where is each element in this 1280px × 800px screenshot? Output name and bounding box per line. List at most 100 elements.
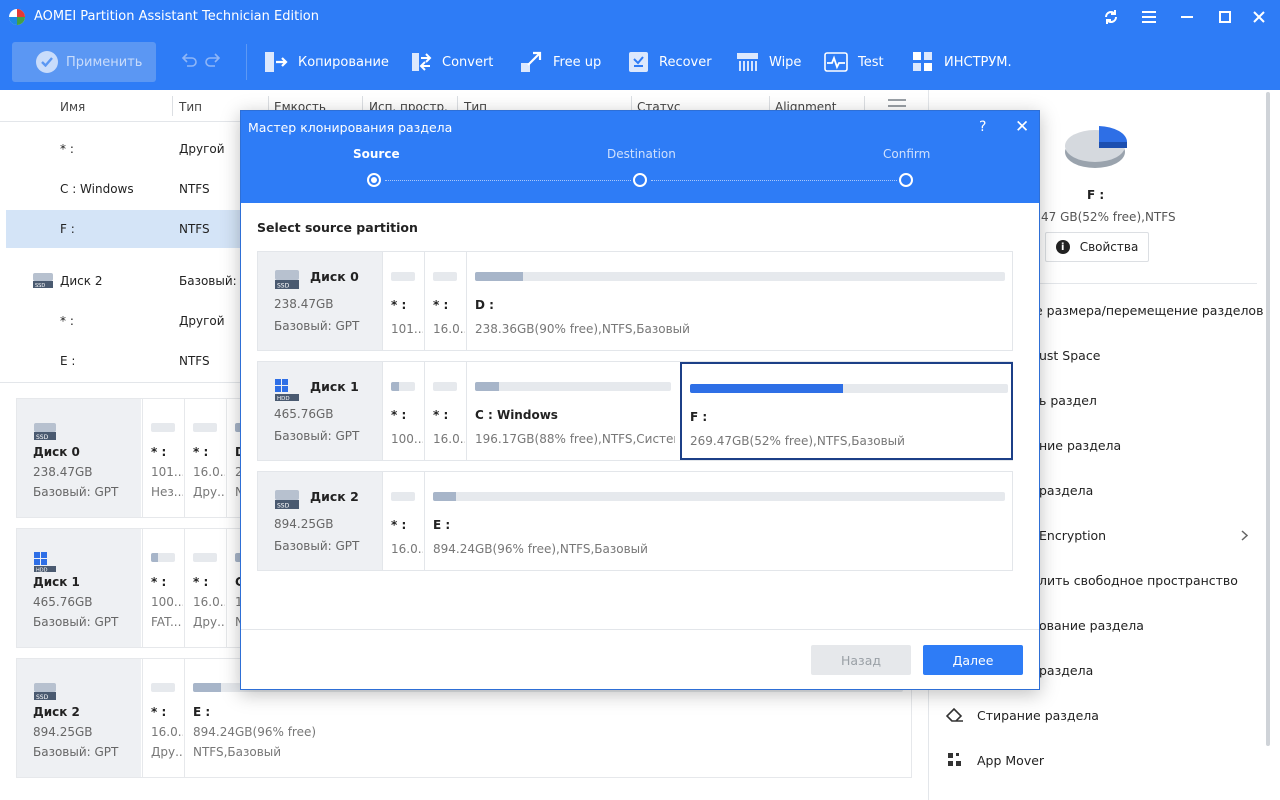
hdd-windows-icon: HDD	[275, 379, 299, 402]
wipe-label: Wipe	[769, 54, 802, 70]
selected-partition-label: F :	[1087, 188, 1105, 202]
toolbar: Применить Копирование Convert Free up Re…	[0, 34, 1280, 90]
disk-size: 238.47GB	[274, 297, 334, 311]
op-merge-partition[interactable]: ь раздел	[1039, 390, 1097, 410]
undo-icon[interactable]	[178, 51, 198, 71]
svg-text:HDD: HDD	[36, 568, 48, 574]
partition-block[interactable]: * : 16.0... Дру...	[184, 529, 226, 647]
svg-text:HDD: HDD	[277, 396, 290, 402]
source-disk-1: HDD Диск 1 465.76GB Базовый: GPT * : 100…	[257, 361, 1013, 461]
maximize-icon	[1219, 11, 1231, 23]
disk-info: SSD Диск 0 238.47GB Базовый: GPT	[17, 399, 141, 517]
convert-label: Convert	[442, 54, 494, 70]
disk-type: Базовый: GPT	[33, 485, 119, 499]
wipe-button[interactable]: Wipe	[736, 48, 801, 76]
wipe-icon	[737, 53, 758, 71]
dialog-footer-divider	[241, 629, 1039, 630]
dialog-title: Мастер клонирования раздела	[248, 120, 453, 135]
disk-type: Базовый: GPT	[33, 745, 119, 759]
step-indicator-destination	[633, 173, 647, 187]
disk-usage-pie-icon	[1065, 126, 1127, 168]
disk-type: Базовый: GPT	[274, 429, 360, 443]
op-wipe-partition[interactable]: Стирание раздела	[945, 705, 1099, 725]
ssd-icon: SSD	[34, 683, 56, 701]
back-button[interactable]: Назад	[811, 645, 911, 675]
disk-size: 465.76GB	[33, 595, 93, 609]
next-button[interactable]: Далее	[923, 645, 1023, 675]
clone-partition-dialog: Мастер клонирования раздела ? ✕ Source D…	[240, 110, 1040, 690]
partition-option-selected[interactable]: F : 269.47GB(52% free),NTFS,Базовый	[680, 362, 1013, 460]
disk-name: Диск 0	[33, 445, 80, 459]
help-button[interactable]: ?	[979, 119, 986, 135]
col-type[interactable]: Тип	[179, 100, 202, 114]
close-window-button[interactable]	[1246, 5, 1272, 29]
disk-info: HDD Диск 1 465.76GB Базовый: GPT	[258, 362, 382, 460]
source-disk-2: SSD Диск 2 894.25GB Базовый: GPT * : 16.…	[257, 471, 1013, 571]
disk-info: HDD Диск 1 465.76GB Базовый: GPT	[17, 529, 141, 647]
minimize-icon	[1181, 16, 1193, 18]
redo-icon[interactable]	[204, 51, 224, 71]
recover-button[interactable]: Recover	[628, 48, 712, 76]
refresh-icon	[1105, 10, 1117, 24]
partition-block[interactable]: * : 16.0... Дру...	[184, 399, 226, 517]
op-clone-partition[interactable]: ование раздела	[1039, 615, 1144, 635]
op-resize-move[interactable]: е размера/перемещение разделов	[1035, 300, 1263, 320]
dialog-subtitle: Select source partition	[257, 220, 418, 235]
partition-option[interactable]: * : 101....	[382, 252, 424, 350]
test-icon	[824, 52, 848, 72]
partition-option[interactable]: D : 238.36GB(90% free),NTFS,Базовый	[466, 252, 1012, 350]
ssd-icon: SSD	[33, 273, 53, 289]
partition-block[interactable]: * : 100.... FAT...	[142, 529, 184, 647]
menu-icon	[1142, 11, 1156, 23]
svg-text:SSD: SSD	[277, 503, 290, 510]
partition-option[interactable]: * : 16.0...	[424, 252, 466, 350]
op-adjust-space[interactable]: ust Space	[1039, 345, 1100, 365]
op-format-partition[interactable]: раздела	[1039, 480, 1093, 500]
partition-option[interactable]: E : 894.24GB(96% free),NTFS,Базовый	[424, 472, 1012, 570]
refresh-button[interactable]	[1098, 5, 1124, 29]
free-up-button[interactable]: Free up	[520, 48, 601, 76]
disk-size: 894.25GB	[274, 517, 334, 531]
step-indicator-source	[367, 173, 381, 187]
menu-button[interactable]	[1136, 5, 1162, 29]
op-app-mover[interactable]: App Mover	[945, 750, 1044, 770]
ssd-icon: SSD	[275, 270, 299, 290]
convert-icon	[412, 53, 432, 71]
step-line	[385, 180, 631, 181]
properties-button[interactable]: i Свойства	[1045, 232, 1149, 262]
scrollbar[interactable]	[1266, 92, 1270, 746]
title-bar: AOMEI Partition Assistant Technician Edi…	[0, 0, 1280, 34]
minimize-button[interactable]	[1174, 5, 1200, 29]
partition-option[interactable]: * : 16.0...	[382, 472, 424, 570]
recover-icon	[629, 52, 648, 72]
disk-name: Диск 1	[33, 575, 80, 589]
dialog-close-button[interactable]: ✕	[1015, 117, 1029, 137]
op-encryption[interactable]: Encryption	[1039, 525, 1249, 545]
test-button[interactable]: Test	[824, 48, 884, 76]
recover-label: Recover	[659, 54, 712, 70]
ssd-icon: SSD	[275, 490, 299, 510]
partition-option[interactable]: * : 100....	[382, 362, 424, 460]
dialog-header: Мастер клонирования раздела ? ✕ Source D…	[241, 111, 1039, 203]
partition-block[interactable]: * : 16.0... Дру...	[142, 659, 184, 777]
apply-button[interactable]: Применить	[12, 42, 156, 82]
svg-text:SSD: SSD	[277, 283, 290, 290]
disk-size: 238.47GB	[33, 465, 93, 479]
convert-button[interactable]: Convert	[410, 48, 493, 76]
copy-label: Копирование	[298, 54, 389, 70]
svg-text:SSD: SSD	[35, 283, 45, 289]
disk-type: Базовый: GPT	[274, 319, 360, 333]
op-split-partition[interactable]: ние раздела	[1039, 435, 1121, 455]
col-name[interactable]: Имя	[60, 100, 85, 114]
op-allocate-free-space[interactable]: лить свободное пространство	[1039, 570, 1238, 590]
svg-text:SSD: SSD	[36, 434, 49, 441]
tools-button[interactable]: ИНСТРУМ.	[912, 48, 1012, 76]
partition-option[interactable]: * : 16.0...	[424, 362, 466, 460]
op-delete-partition[interactable]: раздела	[1039, 660, 1093, 680]
test-label: Test	[858, 54, 884, 70]
partition-block[interactable]: * : 101.... Нез...	[142, 399, 184, 517]
disk-type: Базовый: GPT	[33, 615, 119, 629]
copy-button[interactable]: Копирование	[264, 48, 389, 76]
partition-option[interactable]: C : Windows 196.17GB(88% free),NTFS,Сист…	[466, 362, 680, 460]
maximize-button[interactable]	[1212, 5, 1238, 29]
